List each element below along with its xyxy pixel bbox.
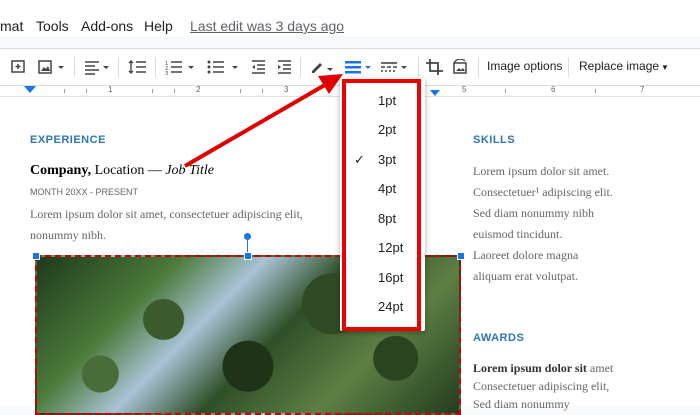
skills-item: euismod tincidunt. [473, 227, 563, 241]
job-title: Job Title [165, 163, 214, 178]
ruler-number: 6 [551, 85, 556, 94]
increase-indent-icon[interactable] [276, 59, 292, 75]
menu-addons[interactable]: Add-ons [81, 18, 133, 34]
insert-comment-icon[interactable] [10, 59, 28, 75]
resize-handle[interactable] [244, 252, 252, 260]
align-left-icon[interactable] [83, 59, 113, 75]
last-edit-link[interactable]: Last edit was 3 days ago [190, 18, 344, 34]
skills-list: Lorem ipsum dolor sit amet. Consectetuer… [473, 161, 613, 287]
left-indent-marker-icon[interactable] [24, 86, 36, 93]
menu-format[interactable]: mat [0, 18, 23, 34]
line-spacing-icon[interactable] [127, 59, 147, 75]
experience-heading: EXPERIENCE [30, 134, 106, 146]
menu-item-2pt[interactable]: 2pt [340, 119, 425, 141]
menu-tools[interactable]: Tools [36, 18, 69, 34]
border-color-icon[interactable] [308, 59, 336, 75]
menu-help[interactable]: Help [144, 18, 173, 34]
menu-item-4pt[interactable]: 4pt [340, 178, 425, 200]
skills-item: Laoreet dolore magna [473, 248, 579, 262]
image-options-button[interactable]: Image options [487, 59, 562, 73]
border-weight-menu: 1pt 2pt ✓ 3pt 4pt 8pt 12pt 16pt 24pt [340, 78, 425, 331]
awards-title: Lorem ipsum dolor sit [473, 361, 587, 375]
awards-item: Sed diam nonummy [473, 397, 570, 411]
ruler-number: 5 [462, 85, 467, 94]
ruler-number: 3 [284, 85, 289, 94]
menu-bar: mat Tools Add-ons Help Last edit was 3 d… [0, 0, 700, 36]
skills-item: Lorem ipsum dolor sit amet. [473, 164, 610, 178]
skills-item: Sed diam nonummy nibh [473, 206, 594, 220]
insert-image-icon[interactable] [37, 59, 67, 75]
chevron-down-icon: ▼ [661, 63, 669, 72]
job-description-line-1: Lorem ipsum dolor sit amet, consectetuer… [30, 207, 303, 221]
menu-item-16pt[interactable]: 16pt [340, 267, 425, 289]
menu-item-12pt[interactable]: 12pt [340, 237, 425, 259]
ruler-number: 2 [196, 85, 201, 94]
menu-item-24pt[interactable]: 24pt [340, 296, 425, 318]
skills-item: aliquam erat volutpat. [473, 269, 578, 283]
company-name: Company, [30, 163, 92, 178]
resize-handle[interactable] [457, 252, 465, 260]
menu-item-8pt[interactable]: 8pt [340, 208, 425, 230]
menu-item-1pt[interactable]: 1pt [340, 90, 425, 112]
border-dash-icon[interactable] [380, 59, 412, 75]
skills-item: Consectetuer¹ adipiscing elit. [473, 185, 613, 199]
awards-text: amet [586, 361, 614, 375]
replace-image-label: Replace image [579, 59, 660, 73]
border-weight-icon[interactable] [345, 59, 375, 75]
svg-text:3: 3 [165, 71, 168, 75]
checkmark-icon: ✓ [354, 152, 365, 167]
ruler-number: 1 [108, 85, 113, 94]
bulleted-list-icon[interactable] [206, 59, 244, 75]
ruler-number: 7 [640, 85, 645, 94]
resize-handle[interactable] [32, 252, 40, 260]
job-description-line-2: nonummy nibh. [30, 228, 107, 242]
decrease-indent-icon[interactable] [250, 59, 266, 75]
rotate-handle[interactable] [244, 233, 251, 240]
menu-item-3pt[interactable]: ✓ 3pt [340, 149, 425, 171]
numbered-list-icon[interactable]: 123 [164, 59, 198, 75]
right-indent-marker-icon[interactable] [430, 90, 440, 96]
awards-item: Consectetuer adipiscing elit, [473, 379, 610, 393]
location: Location — [91, 163, 166, 178]
skills-heading: SKILLS [473, 134, 516, 146]
awards-list: Lorem ipsum dolor sit amet Consectetuer … [473, 359, 613, 413]
replace-image-button[interactable]: Replace image ▼ [579, 59, 669, 73]
company-line: Company, Location — Job Title [30, 163, 214, 179]
reset-image-icon[interactable] [451, 59, 469, 75]
date-range: MONTH 20XX - PRESENT [30, 187, 139, 197]
crop-icon[interactable] [426, 59, 444, 75]
awards-heading: AWARDS [473, 332, 525, 344]
job-description: Lorem ipsum dolor sit amet, consectetuer… [30, 204, 360, 246]
